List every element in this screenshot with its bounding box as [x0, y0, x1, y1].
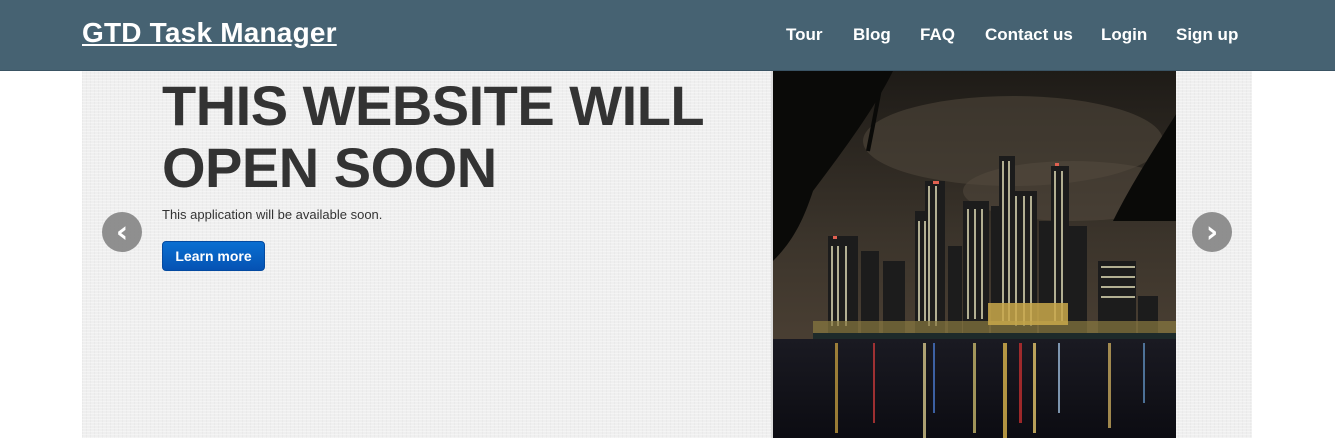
hero-city-night-photo: [771, 71, 1176, 438]
learn-more-button[interactable]: Learn more: [162, 241, 265, 271]
carousel-next-button[interactable]: ›: [1192, 212, 1232, 252]
chevron-right-icon: ›: [1205, 214, 1219, 250]
nav-link-sign-up[interactable]: Sign up: [1176, 25, 1238, 45]
top-navbar: GTD Task Manager Tour Blog FAQ Contact u…: [0, 0, 1335, 71]
nav-link-tour[interactable]: Tour: [786, 25, 823, 45]
hero-lead-text: This application will be available soon.: [162, 207, 383, 222]
nav-links: Tour Blog FAQ Contact us Login Sign up: [0, 25, 1335, 47]
hero-headline-line1: THIS WEBSITE WILL: [162, 74, 705, 137]
nav-link-contact-us[interactable]: Contact us: [985, 25, 1073, 45]
chevron-left-icon: ‹: [115, 214, 129, 250]
nav-link-faq[interactable]: FAQ: [920, 25, 955, 45]
nav-link-blog[interactable]: Blog: [853, 25, 891, 45]
hero-headline-line2: OPEN SOON: [162, 136, 497, 199]
nav-link-login[interactable]: Login: [1101, 25, 1147, 45]
carousel-prev-button[interactable]: ‹: [102, 212, 142, 252]
hero-carousel: THIS WEBSITE WILL OPEN SOON This applica…: [82, 71, 1252, 438]
hero-headline: THIS WEBSITE WILL OPEN SOON: [162, 75, 762, 199]
